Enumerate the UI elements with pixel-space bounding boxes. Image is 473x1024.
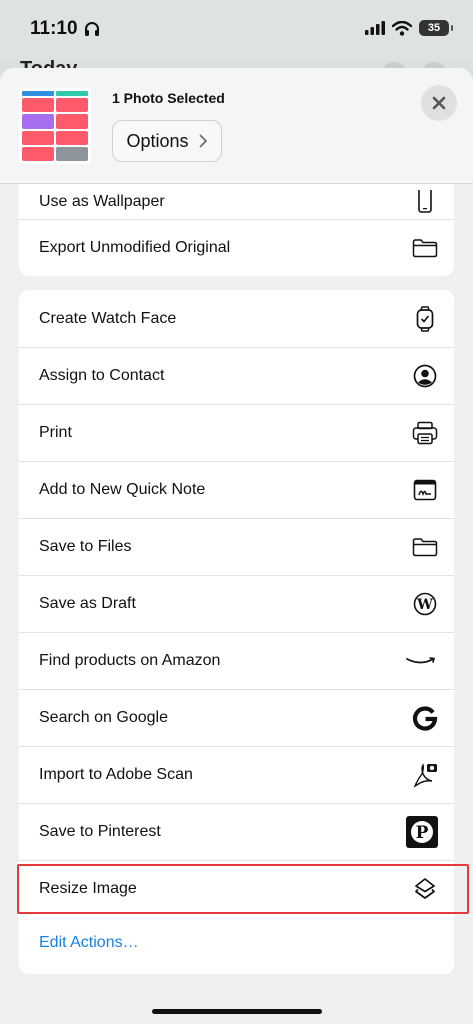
- close-button[interactable]: [421, 85, 457, 121]
- status-indicators: 35: [365, 20, 453, 36]
- svg-text:W: W: [416, 597, 433, 613]
- action-label: Assign to Contact: [39, 366, 165, 384]
- quick-note-icon: [412, 477, 438, 503]
- action-label: Save to Files: [39, 537, 132, 555]
- action-label: Save to Pinterest: [39, 822, 161, 840]
- action-label: Resize Image: [39, 879, 137, 897]
- action-assign-to-contact[interactable]: Assign to Contact: [19, 347, 454, 404]
- wifi-icon: [392, 20, 412, 36]
- action-label: Find products on Amazon: [39, 651, 221, 669]
- action-save-to-files[interactable]: Save to Files: [19, 518, 454, 575]
- action-label: Search on Google: [39, 708, 168, 726]
- svg-text:P: P: [416, 823, 429, 843]
- action-label: Add to New Quick Note: [39, 480, 206, 498]
- action-label: Create Watch Face: [39, 309, 177, 327]
- action-label: Save as Draft: [39, 594, 136, 612]
- action-save-as-draft[interactable]: Save as Draft W: [19, 575, 454, 632]
- amazon-icon: [404, 648, 438, 674]
- selection-count-label: 1 Photo Selected: [112, 90, 225, 106]
- chevron-right-icon: [199, 134, 207, 148]
- action-add-to-new-quick-note[interactable]: Add to New Quick Note: [19, 461, 454, 518]
- action-label: Print: [39, 423, 72, 441]
- action-create-watch-face[interactable]: Create Watch Face: [19, 290, 454, 347]
- action-group-more: Create Watch Face Assign to Contact Prin…: [19, 290, 454, 974]
- action-search-on-google[interactable]: Search on Google: [19, 689, 454, 746]
- pinterest-icon: P: [406, 815, 438, 848]
- action-print[interactable]: Print: [19, 404, 454, 461]
- battery-icon: 35: [419, 20, 453, 36]
- status-time: 11:10: [30, 18, 100, 40]
- cellular-signal-icon: [365, 21, 385, 35]
- home-indicator: [152, 1009, 322, 1014]
- battery-level: 35: [427, 22, 441, 34]
- options-label: Options: [126, 130, 189, 151]
- options-button[interactable]: Options: [112, 120, 222, 162]
- action-resize-image[interactable]: Resize Image: [19, 860, 454, 917]
- clock-text: 11:10: [30, 18, 78, 39]
- edit-actions-link[interactable]: Edit Actions…: [39, 934, 139, 952]
- action-group-photo: Use as Wallpaper Export Unmodified Origi…: [19, 184, 454, 276]
- action-export-unmodified-original[interactable]: Export Unmodified Original: [19, 219, 454, 276]
- photo-thumbnail: [19, 88, 91, 164]
- action-save-to-pinterest[interactable]: Save to Pinterest P: [19, 803, 454, 860]
- action-find-products-on-amazon[interactable]: Find products on Amazon: [19, 632, 454, 689]
- close-icon: [432, 96, 446, 110]
- wordpress-icon: W: [412, 591, 438, 617]
- action-label: Import to Adobe Scan: [39, 765, 193, 783]
- watch-icon: [412, 305, 438, 332]
- action-use-as-wallpaper[interactable]: Use as Wallpaper: [19, 184, 454, 219]
- action-label: Export Unmodified Original: [39, 238, 231, 256]
- share-sheet-header: 1 Photo Selected Options: [0, 68, 473, 184]
- layers-icon: [412, 876, 438, 902]
- folder-icon: [412, 235, 438, 261]
- printer-icon: [412, 420, 438, 446]
- action-import-to-adobe-scan[interactable]: Import to Adobe Scan: [19, 746, 454, 803]
- action-label: Use as Wallpaper: [39, 192, 165, 210]
- contact-icon: [412, 363, 438, 389]
- google-icon: [412, 705, 438, 731]
- share-sheet: 1 Photo Selected Options Use as Wallpape…: [0, 68, 473, 1024]
- phone-icon: [412, 189, 438, 215]
- status-bar: 11:10 35: [0, 0, 473, 60]
- folder-icon: [412, 534, 438, 560]
- headphones-icon: [84, 22, 99, 36]
- adobe-scan-icon: [412, 762, 438, 788]
